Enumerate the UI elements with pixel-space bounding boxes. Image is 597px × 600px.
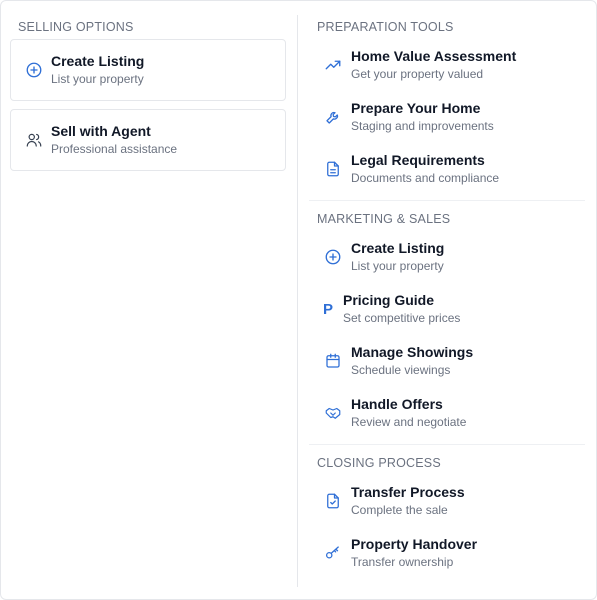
menu-item-subtitle: Schedule viewings <box>351 363 451 377</box>
section-preparation-tools: PREPARATION TOOLS Home Value Assessment … <box>309 15 585 195</box>
file-check-icon <box>323 491 343 511</box>
menu-item-subtitle: Documents and compliance <box>351 171 500 185</box>
menu-item-title: Legal Requirements <box>351 152 485 168</box>
menu-item-home-value-assessment[interactable]: Home Value Assessment Get your property … <box>309 39 585 91</box>
menu-item-title: Pricing Guide <box>343 292 435 308</box>
selling-menu-panel: SELLING OPTIONS Create Listing List your… <box>0 0 597 600</box>
menu-item-subtitle: List your property <box>351 259 444 273</box>
menu-item-title: Home Value Assessment <box>351 48 517 64</box>
option-subtitle: List your property <box>51 72 144 86</box>
document-icon <box>323 159 343 179</box>
menu-item-create-listing[interactable]: Create Listing List your property <box>309 231 585 283</box>
trending-up-icon <box>323 55 343 75</box>
menu-item-transfer-process[interactable]: Transfer Process Complete the sale <box>309 475 585 527</box>
section-header: MARKETING & SALES <box>317 212 451 226</box>
selling-options-header: SELLING OPTIONS <box>18 20 134 34</box>
menu-item-pricing-guide[interactable]: P Pricing Guide Set competitive prices <box>309 283 585 335</box>
menu-item-title: Transfer Process <box>351 484 465 500</box>
menu-item-subtitle: Transfer ownership <box>351 555 454 569</box>
section-divider <box>309 444 585 445</box>
tools-column: PREPARATION TOOLS Home Value Assessment … <box>309 15 585 579</box>
plus-circle-icon <box>323 247 343 267</box>
menu-item-prepare-your-home[interactable]: Prepare Your Home Staging and improvemen… <box>309 91 585 143</box>
key-icon <box>323 543 343 563</box>
section-header: PREPARATION TOOLS <box>317 20 454 34</box>
menu-item-title: Handle Offers <box>351 396 443 412</box>
p-letter-icon: P <box>323 300 334 318</box>
menu-item-subtitle: Complete the sale <box>351 503 448 517</box>
menu-item-manage-showings[interactable]: Manage Showings Schedule viewings <box>309 335 585 387</box>
menu-item-title: Create Listing <box>351 240 445 256</box>
section-divider <box>309 200 585 201</box>
option-sell-with-agent[interactable]: Sell with Agent Professional assistance <box>10 109 286 171</box>
menu-item-title: Property Handover <box>351 536 478 552</box>
menu-item-subtitle: Get your property valued <box>351 67 484 81</box>
column-divider <box>297 15 298 587</box>
section-header: CLOSING PROCESS <box>317 456 441 470</box>
section-closing-process: CLOSING PROCESS Transfer Process Complet… <box>309 451 585 579</box>
menu-item-title: Prepare Your Home <box>351 100 481 116</box>
menu-item-subtitle: Review and negotiate <box>351 415 467 429</box>
option-create-listing[interactable]: Create Listing List your property <box>10 39 286 101</box>
section-marketing-sales: MARKETING & SALES Create Listing List yo… <box>309 207 585 439</box>
handshake-icon <box>323 403 343 423</box>
option-title: Sell with Agent <box>51 123 151 139</box>
users-icon <box>25 131 43 149</box>
menu-item-property-handover[interactable]: Property Handover Transfer ownership <box>309 527 585 579</box>
selling-options-column: SELLING OPTIONS Create Listing List your… <box>10 15 286 179</box>
menu-item-handle-offers[interactable]: Handle Offers Review and negotiate <box>309 387 585 439</box>
wrench-icon <box>323 107 343 127</box>
menu-item-subtitle: Set competitive prices <box>343 311 461 325</box>
plus-circle-icon <box>25 61 43 79</box>
calendar-icon <box>323 351 343 371</box>
option-subtitle: Professional assistance <box>51 142 178 156</box>
option-title: Create Listing <box>51 53 145 69</box>
menu-item-subtitle: Staging and improvements <box>351 119 494 133</box>
menu-item-title: Manage Showings <box>351 344 474 360</box>
menu-item-legal-requirements[interactable]: Legal Requirements Documents and complia… <box>309 143 585 195</box>
